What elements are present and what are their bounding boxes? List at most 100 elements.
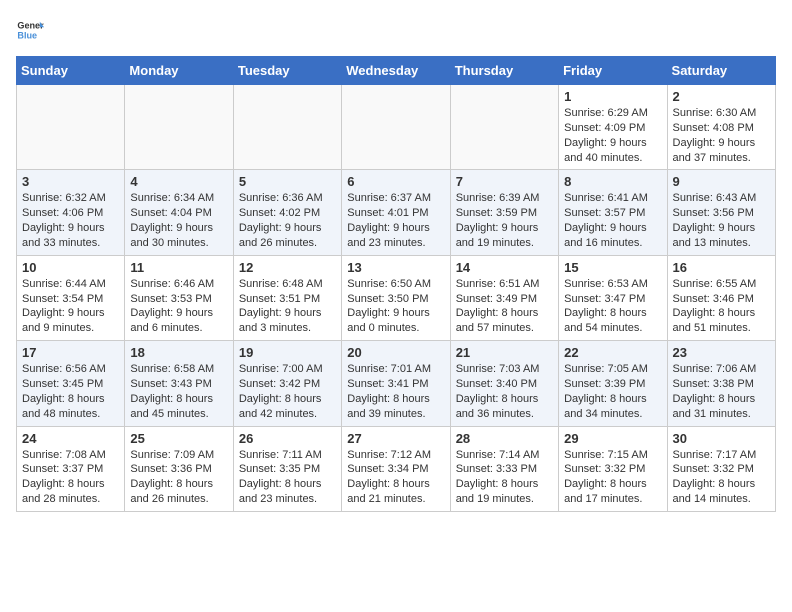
calendar-cell: 28Sunrise: 7:14 AMSunset: 3:33 PMDayligh…	[450, 426, 558, 511]
day-info: Daylight: 9 hours and 37 minutes.	[673, 136, 770, 166]
weekday-header-monday: Monday	[125, 57, 233, 85]
calendar-cell	[17, 85, 125, 170]
day-info: Sunset: 3:35 PM	[239, 462, 336, 477]
weekday-header-tuesday: Tuesday	[233, 57, 341, 85]
day-number: 1	[564, 89, 661, 104]
day-info: Daylight: 8 hours and 57 minutes.	[456, 306, 553, 336]
calendar-cell: 19Sunrise: 7:00 AMSunset: 3:42 PMDayligh…	[233, 341, 341, 426]
day-info: Sunset: 3:34 PM	[347, 462, 444, 477]
day-info: Sunrise: 7:06 AM	[673, 362, 770, 377]
day-info: Sunrise: 6:53 AM	[564, 277, 661, 292]
calendar-cell: 7Sunrise: 6:39 AMSunset: 3:59 PMDaylight…	[450, 170, 558, 255]
calendar-cell: 25Sunrise: 7:09 AMSunset: 3:36 PMDayligh…	[125, 426, 233, 511]
logo: General Blue	[16, 16, 44, 44]
day-number: 26	[239, 431, 336, 446]
day-info: Sunset: 3:56 PM	[673, 206, 770, 221]
day-info: Daylight: 8 hours and 39 minutes.	[347, 392, 444, 422]
day-info: Sunset: 3:32 PM	[673, 462, 770, 477]
day-number: 28	[456, 431, 553, 446]
day-info: Daylight: 9 hours and 6 minutes.	[130, 306, 227, 336]
calendar-cell: 5Sunrise: 6:36 AMSunset: 4:02 PMDaylight…	[233, 170, 341, 255]
day-number: 3	[22, 174, 119, 189]
calendar-cell: 3 Sunrise: 6:32 AMSunset: 4:06 PMDaylight…	[17, 170, 125, 255]
day-info: Sunrise: 6:37 AM	[347, 191, 444, 206]
day-info: Sunset: 4:09 PM	[564, 121, 661, 136]
day-info: Sunset: 4:01 PM	[347, 206, 444, 221]
day-number: 10	[22, 260, 119, 275]
day-info: Daylight: 9 hours and 33 minutes.	[22, 221, 119, 251]
day-info: Sunset: 3:41 PM	[347, 377, 444, 392]
day-info: Sunrise: 7:14 AM	[456, 448, 553, 463]
day-info: Sunset: 3:40 PM	[456, 377, 553, 392]
day-number: 27	[347, 431, 444, 446]
day-info: Sunset: 3:57 PM	[564, 206, 661, 221]
day-info: Daylight: 9 hours and 19 minutes.	[456, 221, 553, 251]
calendar-cell: 29Sunrise: 7:15 AMSunset: 3:32 PMDayligh…	[559, 426, 667, 511]
calendar-cell	[450, 85, 558, 170]
day-info: Sunrise: 6:30 AM	[673, 106, 770, 121]
calendar-cell: 11Sunrise: 6:46 AMSunset: 3:53 PMDayligh…	[125, 255, 233, 340]
day-number: 25	[130, 431, 227, 446]
week-row-2: 3Sunrise: 6:32 AMSunset: 4:06 PMDaylight…	[17, 170, 776, 255]
day-info: Sunset: 3:32 PM	[564, 462, 661, 477]
day-number: 9	[673, 174, 770, 189]
day-number: 29	[564, 431, 661, 446]
day-info: Sunrise: 6:39 AM	[456, 191, 553, 206]
day-info: Sunset: 3:46 PM	[673, 292, 770, 307]
calendar-cell: 12Sunrise: 6:48 AMSunset: 3:51 PMDayligh…	[233, 255, 341, 340]
calendar-cell: 2Sunrise: 6:30 AMSunset: 4:08 PMDaylight…	[667, 85, 775, 170]
day-info: Sunrise: 6:44 AM	[22, 277, 119, 292]
day-number: 18	[130, 345, 227, 360]
week-row-5: 24Sunrise: 7:08 AMSunset: 3:37 PMDayligh…	[17, 426, 776, 511]
day-info: Sunset: 3:51 PM	[239, 292, 336, 307]
calendar-cell: 24Sunrise: 7:08 AMSunset: 3:37 PMDayligh…	[17, 426, 125, 511]
calendar-cell	[125, 85, 233, 170]
day-number: 19	[239, 345, 336, 360]
calendar-cell: 13Sunrise: 6:50 AMSunset: 3:50 PMDayligh…	[342, 255, 450, 340]
day-info: Daylight: 9 hours and 30 minutes.	[130, 221, 227, 251]
day-info: Sunset: 4:02 PM	[239, 206, 336, 221]
week-row-3: 10Sunrise: 6:44 AMSunset: 3:54 PMDayligh…	[17, 255, 776, 340]
calendar-cell: 14Sunrise: 6:51 AMSunset: 3:49 PMDayligh…	[450, 255, 558, 340]
day-info: Sunrise: 6:43 AM	[673, 191, 770, 206]
day-number: 4	[130, 174, 227, 189]
day-info: Daylight: 8 hours and 51 minutes.	[673, 306, 770, 336]
calendar-cell: 6 Sunrise: 6:37 AMSunset: 4:01 PMDaylight…	[342, 170, 450, 255]
day-info: Daylight: 8 hours and 42 minutes.	[239, 392, 336, 422]
header: General Blue	[16, 16, 776, 44]
day-info: Daylight: 8 hours and 21 minutes.	[347, 477, 444, 507]
weekday-header-saturday: Saturday	[667, 57, 775, 85]
day-info: Daylight: 8 hours and 26 minutes.	[130, 477, 227, 507]
calendar-cell: 8Sunrise: 6:41 AMSunset: 3:57 PMDaylight…	[559, 170, 667, 255]
day-info: Sunrise: 6:48 AM	[239, 277, 336, 292]
day-info: Sunrise: 6:36 AM	[239, 191, 336, 206]
day-info: Sunset: 3:43 PM	[130, 377, 227, 392]
day-info: Sunrise: 6:58 AM	[130, 362, 227, 377]
day-info: Sunset: 4:06 PM	[22, 206, 119, 221]
calendar-cell: 20Sunrise: 7:01 AMSunset: 3:41 PMDayligh…	[342, 341, 450, 426]
day-number: 30	[673, 431, 770, 446]
day-info: Sunset: 3:50 PM	[347, 292, 444, 307]
day-info: Sunrise: 7:05 AM	[564, 362, 661, 377]
day-info: Sunrise: 6:46 AM	[130, 277, 227, 292]
calendar-cell: 4Sunrise: 6:34 AMSunset: 4:04 PMDaylight…	[125, 170, 233, 255]
day-number: 11	[130, 260, 227, 275]
day-number: 21	[456, 345, 553, 360]
day-info: Sunset: 3:59 PM	[456, 206, 553, 221]
day-number: 24	[22, 431, 119, 446]
day-number: 14	[456, 260, 553, 275]
week-row-4: 17Sunrise: 6:56 AMSunset: 3:45 PMDayligh…	[17, 341, 776, 426]
day-number: 6	[347, 174, 444, 189]
day-info: Sunrise: 6:32 AM	[22, 191, 119, 206]
day-info: Daylight: 8 hours and 31 minutes.	[673, 392, 770, 422]
day-info: Sunset: 3:33 PM	[456, 462, 553, 477]
weekday-header-sunday: Sunday	[17, 57, 125, 85]
calendar-cell: 9Sunrise: 6:43 AMSunset: 3:56 PMDaylight…	[667, 170, 775, 255]
day-info: Daylight: 9 hours and 23 minutes.	[347, 221, 444, 251]
calendar-cell: 22Sunrise: 7:05 AMSunset: 3:39 PMDayligh…	[559, 341, 667, 426]
day-info: Daylight: 9 hours and 16 minutes.	[564, 221, 661, 251]
day-info: Sunset: 3:49 PM	[456, 292, 553, 307]
logo-icon: General Blue	[16, 16, 44, 44]
day-info: Sunset: 3:36 PM	[130, 462, 227, 477]
calendar-cell	[233, 85, 341, 170]
